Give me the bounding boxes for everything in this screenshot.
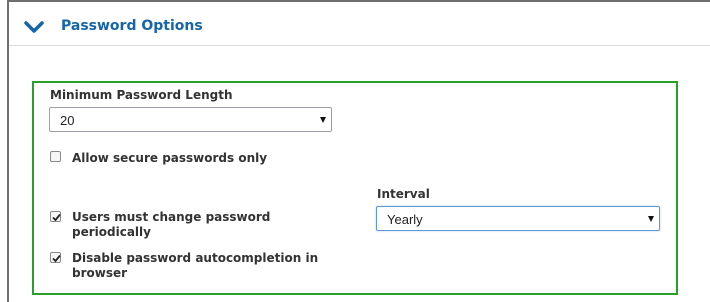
checkmark-icon	[52, 254, 61, 263]
password-options-panel: Password Options Minimum Password Length…	[0, 0, 710, 302]
dropdown-arrow-icon	[648, 216, 654, 222]
min-length-label: Minimum Password Length	[50, 88, 233, 102]
section-header[interactable]: Password Options	[9, 2, 710, 46]
change-periodically-label-line2: periodically	[72, 225, 151, 239]
change-periodically-label-line1: Users must change password	[72, 210, 271, 224]
interval-value: Yearly	[387, 212, 423, 227]
interval-label: Interval	[377, 187, 430, 201]
dropdown-arrow-icon	[320, 117, 326, 123]
interval-select[interactable]: Yearly	[376, 206, 660, 231]
disable-autocompletion-checkbox[interactable]	[50, 252, 61, 263]
min-length-value: 20	[60, 113, 75, 128]
secure-only-checkbox[interactable]	[50, 151, 61, 162]
min-length-select[interactable]: 20	[49, 107, 332, 132]
disable-autocompletion-label-line2: browser	[72, 266, 128, 280]
disable-autocompletion-label-line1: Disable password autocompletion in	[72, 251, 319, 265]
chevron-down-icon[interactable]	[24, 21, 44, 35]
checkmark-icon	[52, 213, 61, 222]
change-periodically-checkbox[interactable]	[50, 211, 61, 222]
section-title: Password Options	[61, 18, 203, 34]
secure-only-label: Allow secure passwords only	[72, 151, 268, 165]
